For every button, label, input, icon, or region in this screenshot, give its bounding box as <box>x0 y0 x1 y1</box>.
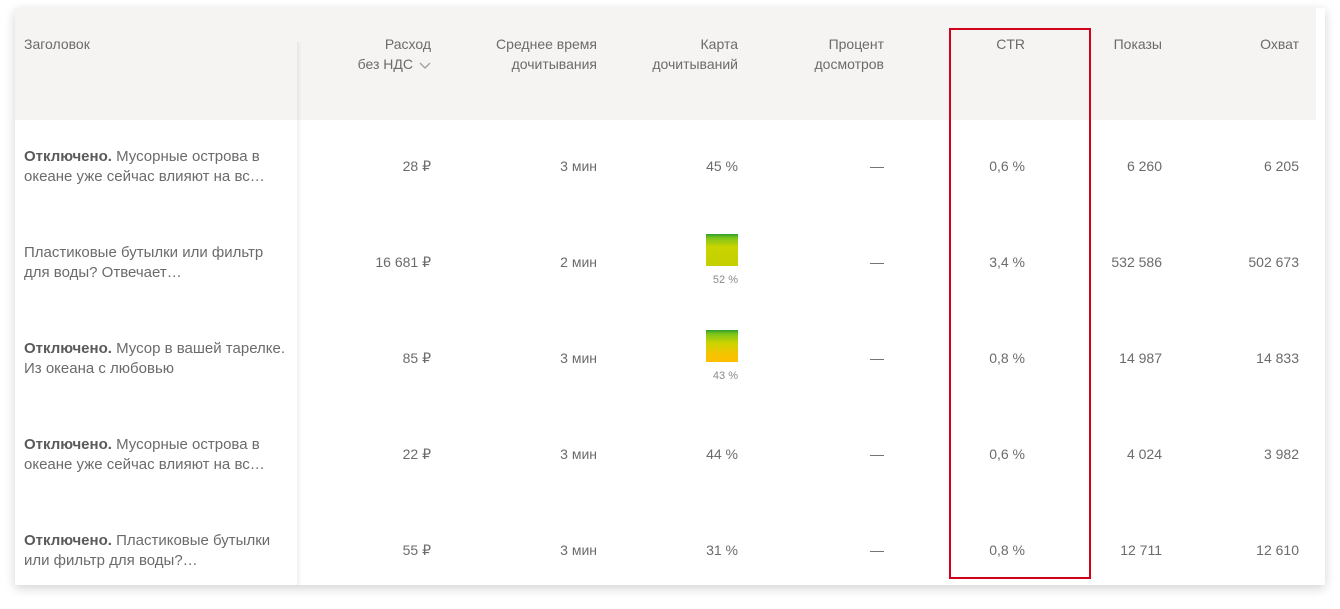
column-header-read-map[interactable]: Карта дочитываний <box>615 34 738 74</box>
cell-avg-time: 3 мин <box>560 542 597 558</box>
cell-expense: 28 ₽ <box>402 158 431 174</box>
column-header-expense[interactable]: Расход без НДС <box>325 34 431 75</box>
cell-expense: 55 ₽ <box>402 542 431 558</box>
column-header-avg-time-sublabel: дочитывания <box>511 56 597 72</box>
cell-expense: 85 ₽ <box>402 350 431 366</box>
row-title-text: Пластиковые бутылки или фильтр для воды?… <box>24 244 264 281</box>
column-header-title-label: Заголовок <box>24 36 90 52</box>
stats-table: Заголовок Расход без НДС Среднее время д… <box>15 8 1325 585</box>
cell-view-percent: — <box>870 446 884 462</box>
column-header-avg-time[interactable]: Среднее время дочитывания <box>465 34 597 74</box>
column-header-view-percent-sublabel: досмотров <box>814 56 884 72</box>
cell-read-map: 31 % <box>706 542 738 558</box>
read-map-chart[interactable] <box>706 234 738 266</box>
column-header-title[interactable]: Заголовок <box>24 34 90 54</box>
column-header-view-percent[interactable]: Процент досмотров <box>775 34 884 74</box>
row-status: Отключено. <box>24 148 112 165</box>
chevron-down-icon[interactable] <box>419 55 431 75</box>
row-status: Отключено. <box>24 532 112 549</box>
column-header-reach[interactable]: Охват <box>1215 34 1299 54</box>
cell-expense: 16 681 ₽ <box>375 254 431 270</box>
row-title[interactable]: Отключено. Мусор в вашей тарелке. Из оке… <box>24 339 286 379</box>
table-row[interactable]: Отключено. Мусор в вашей тарелке. Из оке… <box>15 312 1316 408</box>
column-header-read-map-label: Карта <box>700 36 738 52</box>
column-header-read-map-sublabel: дочитываний <box>652 56 738 72</box>
ctr-column-highlight <box>949 28 1091 579</box>
cell-view-percent: — <box>870 254 884 270</box>
cell-read-map: 44 % <box>706 446 738 462</box>
row-title[interactable]: Отключено. Пластиковые бутылки или фильт… <box>24 531 286 571</box>
table-row[interactable]: Отключено. Мусорные острова в океане уже… <box>15 408 1316 504</box>
cell-reach: 14 833 <box>1256 350 1299 366</box>
cell-view-percent: — <box>870 542 884 558</box>
table-row[interactable]: Отключено. Мусорные острова в океане уже… <box>15 120 1316 216</box>
row-title[interactable]: Отключено. Мусорные острова в океане уже… <box>24 435 286 475</box>
column-header-expense-label: Расход <box>384 36 431 52</box>
column-header-avg-time-label: Среднее время <box>496 36 597 52</box>
cell-avg-time: 2 мин <box>560 254 597 270</box>
cell-avg-time: 3 мин <box>560 158 597 174</box>
table-row[interactable]: Пластиковые бутылки или фильтр для воды?… <box>15 216 1316 312</box>
cell-reach: 502 673 <box>1248 254 1299 270</box>
cell-reach: 3 982 <box>1263 446 1299 462</box>
row-status: Отключено. <box>24 436 112 453</box>
cell-view-percent: — <box>870 350 884 366</box>
column-header-reach-label: Охват <box>1260 36 1299 52</box>
row-status: Отключено. <box>24 340 112 357</box>
cell-expense: 22 ₽ <box>402 446 431 462</box>
row-title[interactable]: Пластиковые бутылки или фильтр для воды?… <box>24 243 286 283</box>
column-header-expense-sublabel: без НДС <box>357 56 413 72</box>
column-header-view-percent-label: Процент <box>828 36 884 52</box>
read-map-chart[interactable] <box>706 330 738 362</box>
read-map-label: 52 % <box>712 274 738 286</box>
read-map-label: 43 % <box>712 370 738 382</box>
cell-view-percent: — <box>870 158 884 174</box>
table-row[interactable]: Отключено. Пластиковые бутылки или фильт… <box>15 504 1316 585</box>
cell-avg-time: 3 мин <box>560 350 597 366</box>
cell-reach: 6 205 <box>1263 158 1299 174</box>
cell-read-map: 45 % <box>706 158 738 174</box>
row-title[interactable]: Отключено. Мусорные острова в океане уже… <box>24 147 286 187</box>
cell-avg-time: 3 мин <box>560 446 597 462</box>
cell-reach: 12 610 <box>1256 542 1299 558</box>
